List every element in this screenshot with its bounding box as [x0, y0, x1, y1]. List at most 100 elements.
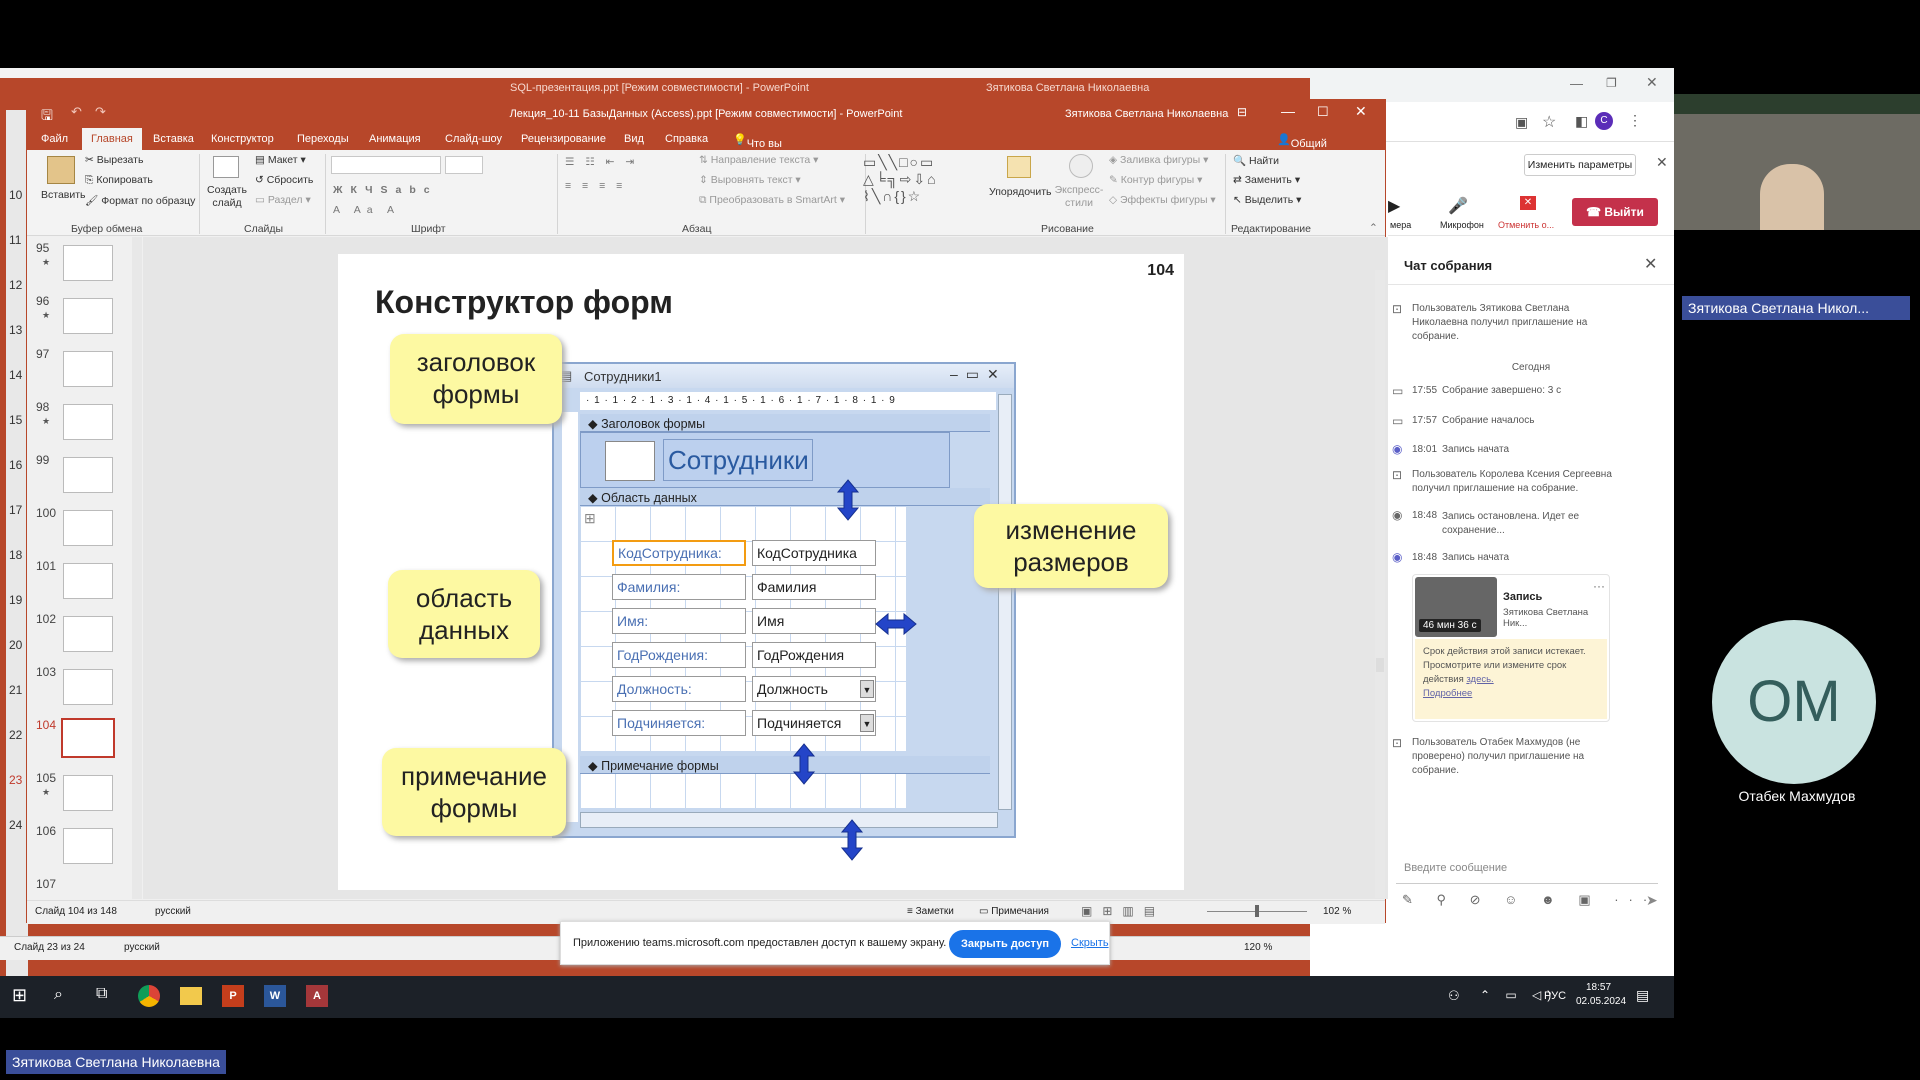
slide-thumb-active[interactable] — [61, 718, 115, 758]
profile-avatar[interactable]: С — [1595, 112, 1613, 130]
field-label[interactable]: Фамилия: — [612, 574, 746, 600]
section-button[interactable]: ▭ Раздел ▾ — [255, 194, 311, 206]
status-lang[interactable]: русский — [155, 906, 191, 917]
font-format-buttons[interactable]: ЖКЧSabc — [333, 184, 438, 196]
slide-thumb[interactable] — [63, 404, 113, 440]
field-textbox[interactable]: КодСотрудника — [752, 540, 876, 566]
restore-icon[interactable]: ❐ — [1606, 76, 1617, 90]
format-painter-button[interactable]: 🖌 Формат по образцу — [85, 194, 195, 207]
quick-styles-icon[interactable] — [1069, 154, 1093, 178]
slide-thumb[interactable] — [63, 616, 113, 652]
maximize-icon[interactable]: ☐ — [1317, 104, 1329, 120]
slide[interactable]: 104 Конструктор форм ▤ Сотрудники1 –▭✕ ·… — [338, 254, 1184, 890]
field-label[interactable]: Должность: — [612, 676, 746, 702]
slide-thumb[interactable] — [63, 828, 113, 864]
change-settings-button[interactable]: Изменить параметры — [1524, 154, 1636, 176]
align-buttons[interactable]: ≡ ≡ ≡ ≡ — [565, 180, 626, 192]
reset-button[interactable]: ↺ Сбросить — [255, 174, 313, 186]
language-indicator[interactable]: РУС — [1544, 990, 1566, 1002]
font-name-box[interactable] — [331, 156, 441, 174]
text-direction-button[interactable]: ⇅ Направление текста ▾ — [699, 154, 818, 166]
field-label[interactable]: КодСотрудника: — [612, 540, 746, 566]
camera-icon[interactable]: ▶ — [1388, 196, 1400, 216]
account-name[interactable]: Зятикова Светлана Николаевна — [1065, 108, 1228, 120]
thumbs-scrollbar[interactable] — [132, 237, 142, 899]
horizontal-scrollbar[interactable] — [580, 812, 998, 828]
copy-button[interactable]: ⎘ Копировать — [85, 174, 153, 187]
dropdown-arrow-icon[interactable]: ▼ — [860, 714, 874, 732]
arrange-icon[interactable] — [1007, 156, 1031, 178]
tab-animations[interactable]: Анимация — [369, 133, 421, 145]
menu-icon[interactable]: ⋮ — [1628, 112, 1642, 129]
powerpoint-app-icon[interactable]: P — [222, 985, 244, 1007]
message-input[interactable]: Введите сообщение — [1396, 852, 1658, 884]
here-link[interactable]: здесь. — [1466, 674, 1493, 685]
comments-button[interactable]: ▭ Примечания — [979, 906, 1049, 917]
word-app-icon[interactable]: W — [264, 985, 286, 1007]
form-header-area[interactable]: Сотрудники — [580, 432, 950, 488]
layout-button[interactable]: ▤ Макет ▾ — [255, 154, 306, 166]
more-options-icon[interactable]: ··· — [1593, 579, 1605, 593]
smartart-button[interactable]: ⧉ Преобразовать в SmartArt ▾ — [699, 194, 845, 207]
ribbon-display-icon[interactable]: ⊟ — [1237, 105, 1247, 119]
slide-thumb[interactable] — [63, 563, 113, 599]
slide-thumbnails[interactable]: 95 ★ 96 ★ 97 98 ★ 99 100 101 102 103 104 10… — [27, 237, 142, 899]
zoom-level[interactable]: 102 % — [1323, 906, 1351, 917]
clock-date[interactable]: 02.05.2024 — [1576, 996, 1626, 1007]
tab-insert[interactable]: Вставка — [153, 133, 194, 145]
find-button[interactable]: 🔍 Найти — [1233, 154, 1279, 167]
form-title-label[interactable]: Сотрудники — [663, 439, 813, 481]
tab-file[interactable]: Файл — [41, 133, 68, 145]
footer-grid[interactable] — [580, 774, 906, 808]
slide-thumb[interactable] — [63, 298, 113, 334]
tab-slideshow[interactable]: Слайд-шоу — [445, 133, 502, 145]
field-textbox[interactable]: Имя — [752, 608, 876, 634]
quick-styles-button[interactable]: Экспресс-стили — [1053, 184, 1105, 210]
paste-button[interactable]: Вставить — [41, 189, 86, 201]
stop-sharing-button[interactable]: Закрыть доступ — [949, 930, 1061, 958]
access-app-icon[interactable]: A — [306, 985, 328, 1007]
section-form-header[interactable]: ◆ Заголовок формы — [588, 416, 705, 431]
replace-button[interactable]: ⇄ Заменить ▾ — [1233, 174, 1300, 186]
section-detail[interactable]: ◆ Область данных — [588, 490, 697, 505]
slide-thumb[interactable] — [63, 245, 113, 281]
collapse-ribbon-icon[interactable]: ⌃ — [1369, 222, 1378, 234]
tab-review[interactable]: Рецензирование — [521, 133, 606, 145]
field-combobox[interactable]: Подчиняется — [752, 710, 876, 736]
window-controls[interactable]: –▭✕ — [950, 366, 1007, 383]
field-combobox[interactable]: Должность — [752, 676, 876, 702]
notifications-icon[interactable]: ▤ — [1636, 987, 1649, 1004]
list-buttons[interactable]: ☰ ☷ ⇤ ⇥ — [565, 156, 638, 168]
cut-button[interactable]: ✂ Вырезать — [85, 154, 143, 166]
panel-scroll[interactable] — [1376, 658, 1384, 672]
tab-transitions[interactable]: Переходы — [297, 133, 349, 145]
close-icon[interactable]: ✕ — [1646, 74, 1658, 91]
star-icon[interactable]: ☆ — [1542, 112, 1556, 132]
select-button[interactable]: ↖ Выделить ▾ — [1233, 194, 1301, 206]
tab-help[interactable]: Справка — [665, 133, 708, 145]
shapes-gallery[interactable]: ▭╲╲□○▭ △╘╗⇨⇩⌂ ⌇╲∩{}☆ — [863, 154, 981, 205]
shape-outline-button[interactable]: ✎ Контур фигуры ▾ — [1109, 174, 1202, 186]
font-color-buttons[interactable]: A Aa A — [333, 204, 400, 216]
clock-time[interactable]: 18:57 — [1586, 982, 1611, 993]
form-logo-icon[interactable] — [605, 441, 655, 481]
share-button[interactable]: 👤 Общий доступ — [1277, 133, 1327, 162]
task-view-icon[interactable]: ⧉ — [96, 985, 107, 1003]
tab-home[interactable]: Главная — [82, 128, 142, 150]
arrange-button[interactable]: Упорядочить — [989, 186, 1051, 198]
minimize-icon[interactable]: — — [1281, 103, 1295, 119]
shape-effects-button[interactable]: ◇ Эффекты фигуры ▾ — [1109, 194, 1216, 206]
chrome-app-icon[interactable] — [138, 985, 160, 1007]
tab-view[interactable]: Вид — [624, 133, 644, 145]
new-slide-button[interactable]: Создать слайд — [205, 184, 249, 210]
recording-card[interactable]: 46 мин 36 с Запись Зятикова Светлана Ник… — [1412, 574, 1610, 722]
search-icon[interactable]: ⌕ — [54, 986, 63, 1004]
send-icon[interactable]: ➤ — [1646, 892, 1658, 909]
close-icon[interactable]: ✕ — [1355, 103, 1367, 120]
microphone-icon[interactable]: 🎤 — [1448, 196, 1468, 216]
view-buttons[interactable]: ▣⊞▥▤ — [1081, 904, 1165, 918]
canvas-scrollbar[interactable] — [1375, 270, 1385, 898]
field-textbox[interactable]: ГодРождения — [752, 642, 876, 668]
vertical-scrollbar[interactable] — [998, 394, 1012, 810]
close-icon[interactable]: ✕ — [1656, 154, 1668, 171]
